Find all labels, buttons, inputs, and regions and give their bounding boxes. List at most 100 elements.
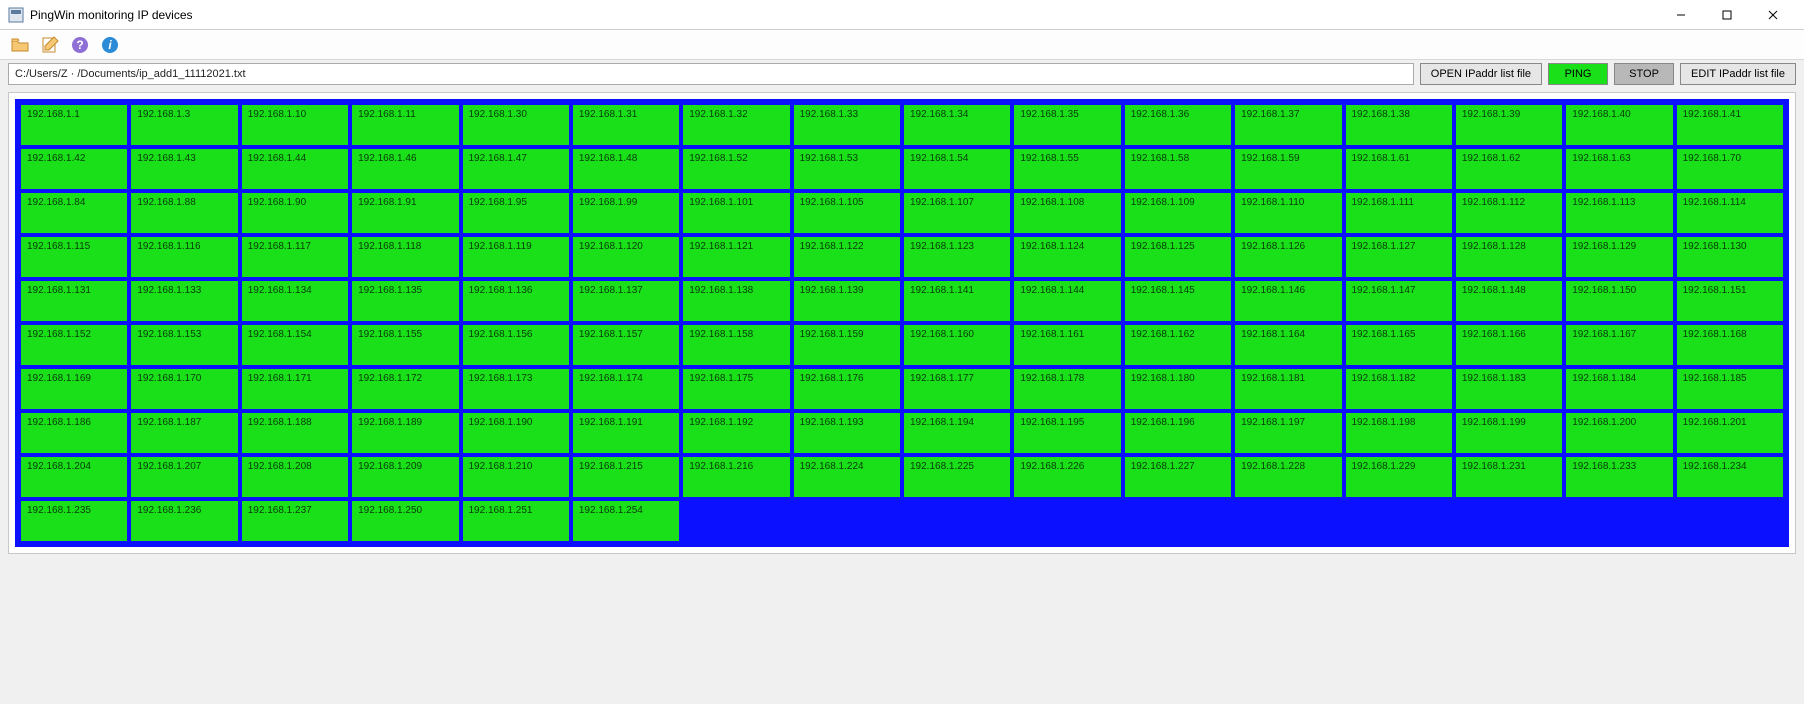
ip-cell[interactable]: 192.168.1.141 [904,281,1010,321]
ip-cell[interactable]: 192.168.1.90 [242,193,348,233]
ip-cell[interactable]: 192.168.1.35 [1014,105,1120,145]
edit-ipaddr-file-button[interactable]: EDIT IPaddr list file [1680,63,1796,85]
ip-cell[interactable]: 192.168.1.237 [242,501,348,541]
ip-cell[interactable]: 192.168.1.62 [1456,149,1562,189]
ip-cell[interactable]: 192.168.1.123 [904,237,1010,277]
ip-cell[interactable]: 192.168.1.116 [131,237,237,277]
ip-cell[interactable]: 192.168.1.197 [1235,413,1341,453]
ip-cell[interactable]: 192.168.1.33 [794,105,900,145]
ip-cell[interactable]: 192.168.1.40 [1566,105,1672,145]
ip-cell[interactable]: 192.168.1.161 [1014,325,1120,365]
stop-button[interactable]: STOP [1614,63,1674,85]
ip-cell[interactable]: 192.168.1.177 [904,369,1010,409]
ip-cell[interactable]: 192.168.1.216 [683,457,789,497]
ip-cell[interactable]: 192.168.1.114 [1677,193,1783,233]
ip-cell[interactable]: 192.168.1.190 [463,413,569,453]
ip-cell[interactable]: 192.168.1.208 [242,457,348,497]
ip-cell[interactable]: 192.168.1.188 [242,413,348,453]
ip-cell[interactable]: 192.168.1.34 [904,105,1010,145]
ip-cell[interactable]: 192.168.1.187 [131,413,237,453]
ip-cell[interactable]: 192.168.1.37 [1235,105,1341,145]
window-maximize-button[interactable] [1704,0,1750,30]
ip-cell[interactable]: 192.168.1.119 [463,237,569,277]
ip-cell[interactable]: 192.168.1.225 [904,457,1010,497]
ip-cell[interactable]: 192.168.1.38 [1346,105,1452,145]
ip-cell[interactable]: 192.168.1.115 [21,237,127,277]
ip-cell[interactable]: 192.168.1.180 [1125,369,1231,409]
ip-cell[interactable]: 192.168.1.124 [1014,237,1120,277]
ip-cell[interactable]: 192.168.1.171 [242,369,348,409]
ip-cell[interactable]: 192.168.1.120 [573,237,679,277]
ip-cell[interactable]: 192.168.1.185 [1677,369,1783,409]
ip-cell[interactable]: 192.168.1.58 [1125,149,1231,189]
ip-cell[interactable]: 192.168.1.55 [1014,149,1120,189]
ip-cell[interactable]: 192.168.1.201 [1677,413,1783,453]
ip-cell[interactable]: 192.168.1.194 [904,413,1010,453]
ip-cell[interactable]: 192.168.1.234 [1677,457,1783,497]
ip-cell[interactable]: 192.168.1.175 [683,369,789,409]
ip-cell[interactable]: 192.168.1.129 [1566,237,1672,277]
ip-cell[interactable]: 192.168.1.44 [242,149,348,189]
ip-cell[interactable]: 192.168.1.32 [683,105,789,145]
ip-cell[interactable]: 192.168.1.178 [1014,369,1120,409]
ip-cell[interactable]: 192.168.1.160 [904,325,1010,365]
ip-cell[interactable]: 192.168.1.11 [352,105,458,145]
ping-button[interactable]: PING [1548,63,1608,85]
edit-button[interactable] [38,33,62,57]
ip-cell[interactable]: 192.168.1.159 [794,325,900,365]
ip-cell[interactable]: 192.168.1.226 [1014,457,1120,497]
ip-cell[interactable]: 192.168.1.126 [1235,237,1341,277]
ip-cell[interactable]: 192.168.1.117 [242,237,348,277]
ip-cell[interactable]: 192.168.1.174 [573,369,679,409]
ip-cell[interactable]: 192.168.1.109 [1125,193,1231,233]
ip-cell[interactable]: 192.168.1.229 [1346,457,1452,497]
ip-cell[interactable]: 192.168.1.227 [1125,457,1231,497]
ip-cell[interactable]: 192.168.1.184 [1566,369,1672,409]
ip-cell[interactable]: 192.168.1.189 [352,413,458,453]
ip-cell[interactable]: 192.168.1.250 [352,501,458,541]
ip-cell[interactable]: 192.168.1.176 [794,369,900,409]
ip-cell[interactable]: 192.168.1.254 [573,501,679,541]
ip-cell[interactable]: 192.168.1.30 [463,105,569,145]
ip-cell[interactable]: 192.168.1.157 [573,325,679,365]
ip-cell[interactable]: 192.168.1.146 [1235,281,1341,321]
ip-cell[interactable]: 192.168.1.1 [21,105,127,145]
ip-cell[interactable]: 192.168.1.130 [1677,237,1783,277]
ip-cell[interactable]: 192.168.1.164 [1235,325,1341,365]
ip-cell[interactable]: 192.168.1.134 [242,281,348,321]
ip-cell[interactable]: 192.168.1.224 [794,457,900,497]
ip-cell[interactable]: 192.168.1.158 [683,325,789,365]
ip-cell[interactable]: 192.168.1.113 [1566,193,1672,233]
ip-cell[interactable]: 192.168.1.186 [21,413,127,453]
ip-cell[interactable]: 192.168.1.199 [1456,413,1562,453]
ip-cell[interactable]: 192.168.1.173 [463,369,569,409]
ip-cell[interactable]: 192.168.1.42 [21,149,127,189]
ip-cell[interactable]: 192.168.1.251 [463,501,569,541]
ip-cell[interactable]: 192.168.1.183 [1456,369,1562,409]
ip-cell[interactable]: 192.168.1.110 [1235,193,1341,233]
ip-cell[interactable]: 192.168.1.138 [683,281,789,321]
ip-cell[interactable]: 192.168.1.144 [1014,281,1120,321]
ip-cell[interactable]: 192.168.1.233 [1566,457,1672,497]
ip-cell[interactable]: 192.168.1.121 [683,237,789,277]
ip-cell[interactable]: 192.168.1.195 [1014,413,1120,453]
ip-cell[interactable]: 192.168.1.236 [131,501,237,541]
ip-cell[interactable]: 192.168.1.111 [1346,193,1452,233]
ip-cell[interactable]: 192.168.1.139 [794,281,900,321]
ip-cell[interactable]: 192.168.1.118 [352,237,458,277]
ip-cell[interactable]: 192.168.1.133 [131,281,237,321]
ip-cell[interactable]: 192.168.1.107 [904,193,1010,233]
ip-cell[interactable]: 192.168.1.198 [1346,413,1452,453]
ip-cell[interactable]: 192.168.1.215 [573,457,679,497]
ip-cell[interactable]: 192.168.1.41 [1677,105,1783,145]
ip-cell[interactable]: 192.168.1.204 [21,457,127,497]
ip-cell[interactable]: 192.168.1.150 [1566,281,1672,321]
ip-cell[interactable]: 192.168.1.235 [21,501,127,541]
ip-cell[interactable]: 192.168.1.168 [1677,325,1783,365]
ip-cell[interactable]: 192.168.1.125 [1125,237,1231,277]
ip-cell[interactable]: 192.168.1.200 [1566,413,1672,453]
ip-cell[interactable]: 192.168.1.193 [794,413,900,453]
ip-cell[interactable]: 192.168.1.3 [131,105,237,145]
ip-cell[interactable]: 192.168.1.166 [1456,325,1562,365]
info-button[interactable]: i [98,33,122,57]
